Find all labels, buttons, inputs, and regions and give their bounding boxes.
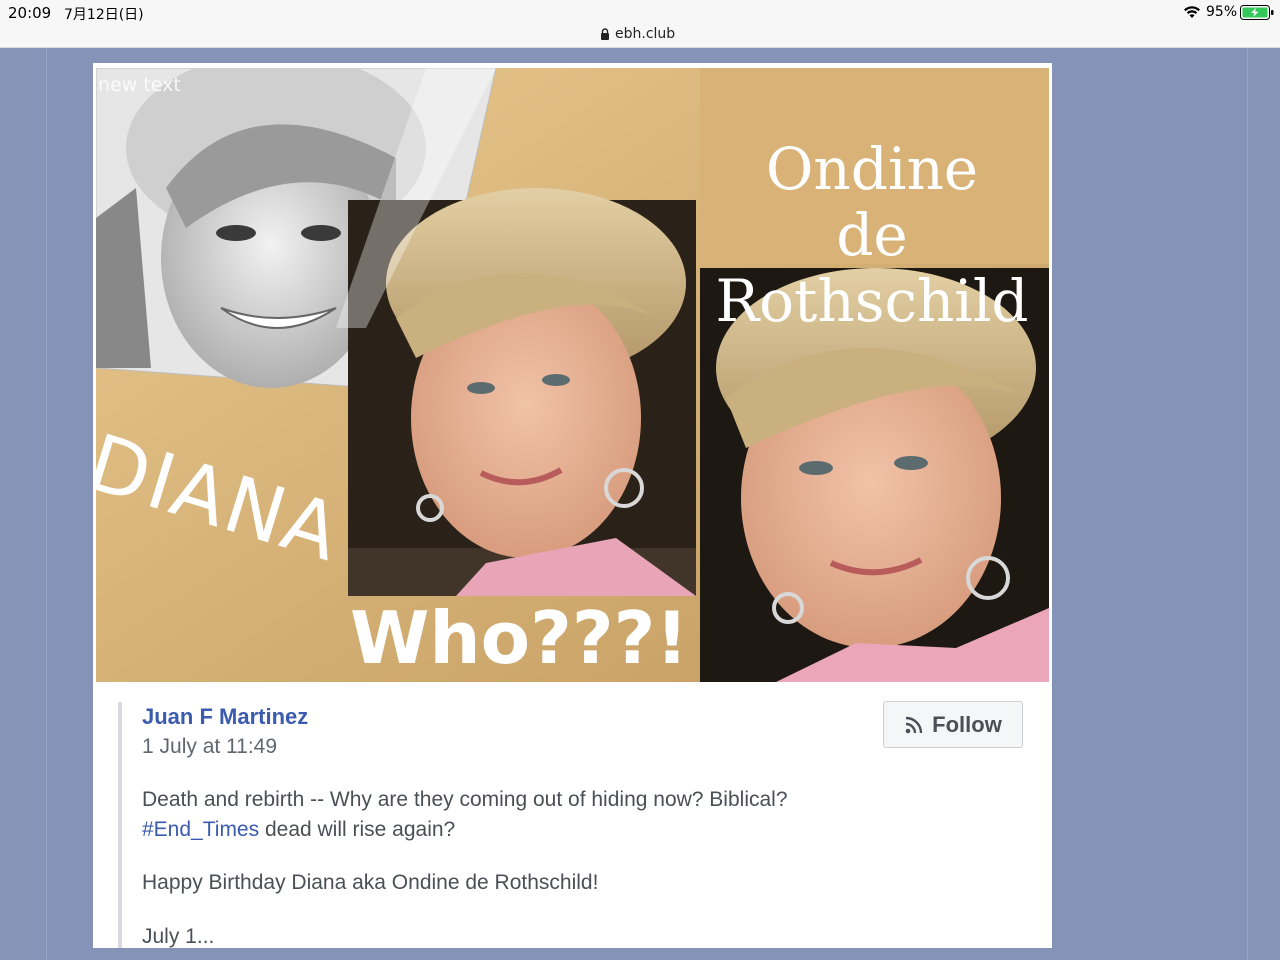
post-text-line2: #End_Times dead will rise again? — [142, 818, 455, 842]
hashtag-link[interactable]: #End_Times — [142, 818, 259, 841]
follow-button[interactable]: Follow — [883, 701, 1023, 748]
image-title-line2: de Rothschild — [715, 201, 1029, 335]
image-title: Ondine de Rothschild — [700, 136, 1044, 334]
post-image[interactable]: new text Ondine de Rothschild DIANA Who?… — [96, 68, 1049, 682]
status-date: 7月12日(日) — [64, 7, 144, 23]
battery-percent: 95% — [1206, 4, 1238, 20]
status-time: 20:09 — [8, 4, 52, 22]
lock-icon — [601, 28, 609, 40]
wifi-icon — [1184, 6, 1200, 18]
post-timestamp[interactable]: 1 July at 11:49 — [142, 735, 277, 759]
post-author[interactable]: Juan F Martinez — [142, 704, 308, 730]
image-overlay-text: new text — [98, 74, 181, 96]
url-text: ebh.club — [615, 26, 676, 42]
quote-bar — [118, 702, 122, 948]
image-title-line1: Ondine — [765, 135, 979, 203]
address-bar[interactable]: ebh.club — [600, 24, 675, 44]
follow-label: Follow — [932, 711, 1002, 737]
rss-icon — [905, 716, 923, 733]
battery-icon — [1240, 5, 1274, 20]
post-text-line3: Happy Birthday Diana aka Ondine de Roths… — [142, 871, 599, 894]
post-text-line2-rest: dead will rise again? — [259, 818, 456, 841]
post-text-line1: Death and rebirth -- Why are they coming… — [142, 788, 788, 811]
image-who-label: Who???! — [350, 596, 689, 680]
post-text-line4: July 1... — [142, 925, 215, 948]
status-bar: 20:09 7月12日(日) 95% ebh.club — [0, 0, 1280, 48]
